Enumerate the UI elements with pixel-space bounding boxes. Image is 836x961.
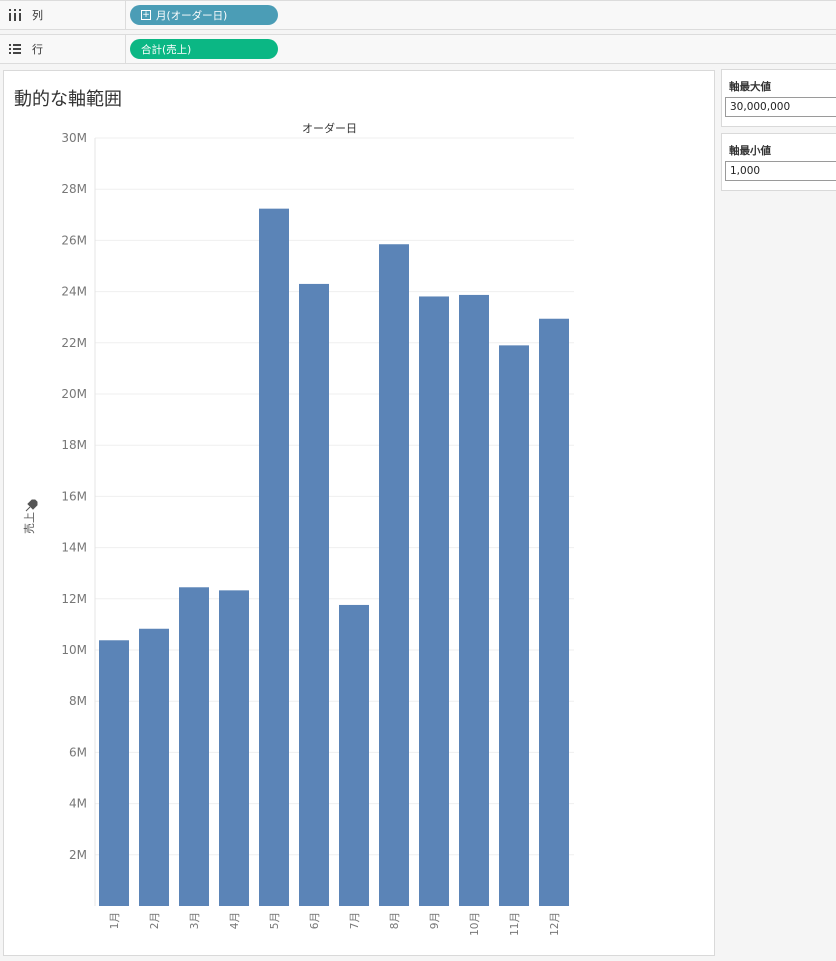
bar-10月[interactable]	[459, 294, 489, 906]
x-tick-label: 6月	[309, 912, 321, 929]
y-tick-label: 22M	[61, 336, 87, 350]
bar-1月[interactable]	[99, 640, 129, 906]
columns-label-text: 列	[32, 9, 43, 22]
param-max-title: 軸最大値	[729, 81, 771, 93]
y-tick-label: 14M	[61, 541, 87, 555]
y-tick-label: 6M	[69, 745, 87, 759]
bar-3月[interactable]	[179, 587, 209, 906]
y-tick-label: 18M	[61, 438, 87, 452]
x-tick-label: 10月	[469, 912, 481, 936]
columns-icon	[9, 9, 21, 21]
bar-2月[interactable]	[139, 628, 169, 906]
x-tick-label: 5月	[269, 912, 281, 929]
y-tick-label: 4M	[69, 797, 87, 811]
pin-icon	[25, 499, 38, 512]
column-header: オーダー日	[302, 121, 357, 135]
bar-7月[interactable]	[339, 604, 369, 906]
x-tick-label: 4月	[229, 912, 241, 929]
x-tick-label: 3月	[189, 912, 201, 929]
x-tick-label: 9月	[429, 912, 441, 929]
x-tick-label: 1月	[109, 912, 121, 929]
y-tick-label: 30M	[61, 131, 87, 145]
x-tick-label: 2月	[149, 912, 161, 929]
column-pill-month[interactable]: + 月(オーダー日)	[130, 5, 278, 25]
rows-shelf: 行 合計(売上)	[0, 34, 836, 64]
expand-icon[interactable]: +	[141, 10, 151, 20]
bar-9月[interactable]	[419, 296, 449, 906]
y-tick-label: 16M	[61, 489, 87, 503]
y-tick-label: 12M	[61, 592, 87, 606]
y-tick-label: 10M	[61, 643, 87, 657]
rows-shelf-label: 行	[0, 35, 126, 63]
bar-11月[interactable]	[499, 345, 529, 906]
y-tick-label: 28M	[61, 182, 87, 196]
param-axis-max: 軸最大値	[721, 69, 836, 127]
y-tick-label: 8M	[69, 694, 87, 708]
param-axis-min: 軸最小値	[721, 133, 836, 191]
y-tick-label: 26M	[61, 233, 87, 247]
bar-chart: オーダー日 2M 4M 6M 8M 10M 12M 14M 16M 18M 20M 22M 24M 26M…	[23, 121, 574, 936]
param-min-title: 軸最小値	[729, 145, 771, 157]
x-tick-label: 11月	[509, 912, 521, 936]
x-tick-label: 12月	[549, 912, 561, 936]
columns-shelf-label: 列	[0, 1, 126, 29]
bar-6月[interactable]	[299, 283, 329, 906]
x-tick-label: 8月	[389, 912, 401, 929]
row-pill-sales[interactable]: 合計(売上)	[130, 39, 278, 59]
column-pill-text: 月(オーダー日)	[156, 9, 228, 22]
rows-icon	[9, 44, 21, 54]
y-tick-label: 20M	[61, 387, 87, 401]
bar-8月[interactable]	[379, 244, 409, 907]
y-tick-label: 2M	[69, 848, 87, 862]
y-tick-label: 24M	[61, 285, 87, 299]
rows-label-text: 行	[32, 43, 43, 56]
row-pill-text: 合計(売上)	[141, 43, 192, 56]
worksheet: 動的な軸範囲 オーダー日 2M 4M 6M 8M 10M 12M 14M 16M 18M 20M 22…	[3, 70, 715, 956]
x-tick-label: 7月	[349, 912, 361, 929]
param-max-input[interactable]	[725, 97, 836, 117]
bar-4月[interactable]	[219, 590, 249, 906]
param-min-input[interactable]	[725, 161, 836, 181]
bar-12月[interactable]	[539, 318, 569, 907]
columns-shelf: 列 + 月(オーダー日)	[0, 0, 836, 30]
y-axis-title: 売上	[23, 512, 36, 534]
bar-5月[interactable]	[259, 208, 289, 906]
